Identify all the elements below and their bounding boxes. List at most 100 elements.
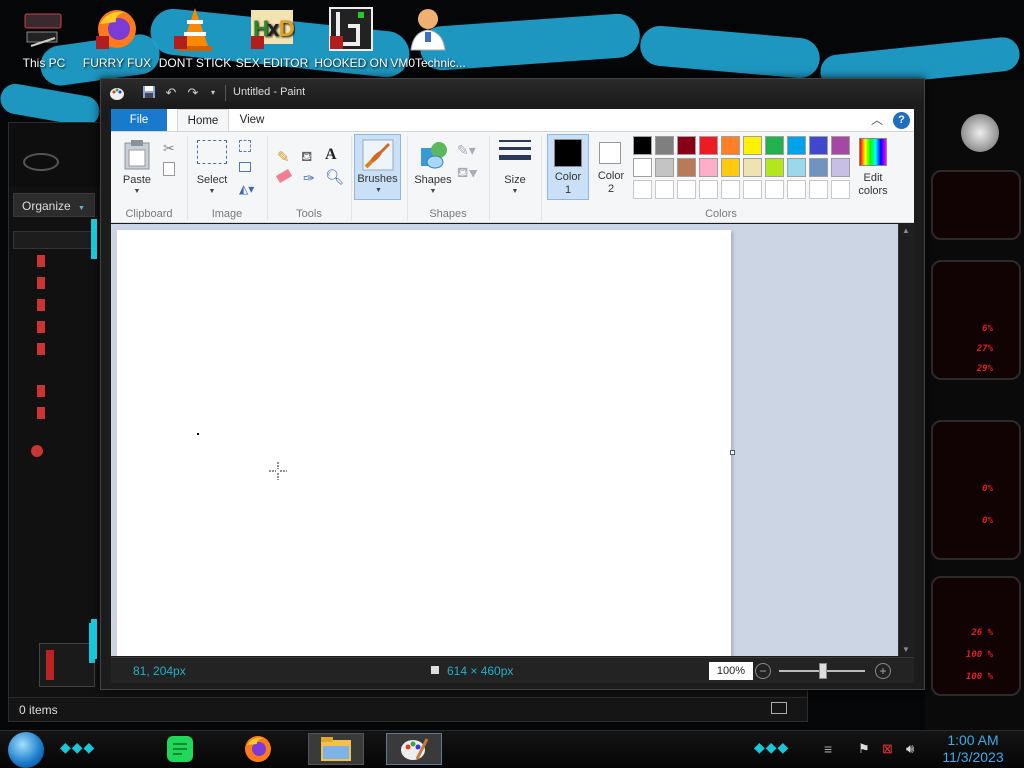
shape-fill-icon[interactable]: ⛾▾ — [457, 164, 478, 183]
tab-file[interactable]: File — [111, 109, 167, 131]
zoom-slider-thumb[interactable] — [819, 663, 827, 679]
network-disconnected-icon[interactable]: ⊠ — [882, 741, 893, 757]
title-bar[interactable]: ↶ ↷ ▾ Untitled - Paint — [101, 79, 924, 107]
palette-swatch[interactable] — [633, 158, 652, 177]
palette-swatch[interactable] — [677, 158, 696, 177]
taskbar-notes-app[interactable] — [152, 733, 208, 765]
save-icon[interactable] — [141, 85, 157, 101]
minimize-ribbon-icon[interactable]: ︿ — [869, 112, 885, 128]
palette-swatch[interactable] — [743, 136, 762, 155]
paste-button[interactable]: Paste ▼ — [117, 136, 157, 198]
palette-swatch[interactable] — [699, 158, 718, 177]
color-picker-icon[interactable]: ✑ — [303, 170, 315, 187]
canvas-size-icon — [431, 666, 439, 674]
redo-icon[interactable]: ↷ — [185, 85, 201, 101]
tab-home[interactable]: Home — [177, 109, 229, 131]
nav-tree-item[interactable] — [37, 321, 97, 335]
palette-swatch[interactable] — [721, 158, 740, 177]
help-icon[interactable]: ? — [893, 112, 910, 129]
start-button[interactable] — [8, 732, 44, 768]
magnifier-icon[interactable]: 🔍︎ — [325, 168, 344, 186]
show-hidden-icons-icon[interactable]: ≡ — [824, 741, 832, 757]
taskbar-paint[interactable] — [386, 733, 442, 765]
palette-swatch[interactable] — [831, 136, 850, 155]
palette-swatch[interactable] — [721, 136, 740, 155]
desktop-icon-dont-stick[interactable]: DONT STICK — [155, 4, 235, 70]
custom-color-slot[interactable] — [831, 180, 850, 199]
paint-app-icon[interactable] — [109, 85, 125, 101]
rotate-icon[interactable]: ◭▾ — [239, 182, 254, 196]
taskbar-file-explorer[interactable] — [308, 733, 364, 765]
scroll-up-icon[interactable]: ▲ — [902, 226, 910, 235]
nav-tree-item[interactable] — [31, 445, 91, 459]
drive-thumbnail[interactable] — [39, 643, 95, 687]
brushes-button[interactable]: Brushes ▼ — [354, 134, 401, 200]
palette-swatch[interactable] — [765, 136, 784, 155]
desktop-icon-this-pc[interactable]: This PC — [4, 4, 84, 70]
palette-swatch[interactable] — [633, 136, 652, 155]
custom-color-slot[interactable] — [633, 180, 652, 199]
pencil-icon[interactable]: ✎ — [277, 148, 290, 166]
view-toggle-icon[interactable] — [771, 702, 787, 714]
custom-color-slot[interactable] — [809, 180, 828, 199]
nav-tree-item[interactable] — [37, 255, 97, 269]
desktop-icon-furry-fux[interactable]: FURRY FUX — [77, 4, 157, 70]
eraser-icon[interactable] — [275, 169, 293, 183]
custom-color-slot[interactable] — [699, 180, 718, 199]
undo-icon[interactable]: ↶ — [163, 85, 179, 101]
size-button[interactable]: Size ▼ — [495, 136, 535, 198]
back-icon[interactable] — [23, 153, 59, 171]
shapes-button[interactable]: Shapes ▼ — [411, 136, 455, 198]
custom-color-slot[interactable] — [655, 180, 674, 199]
palette-swatch[interactable] — [655, 136, 674, 155]
paint-window[interactable]: ↶ ↷ ▾ Untitled - Paint File Home View ︿ … — [91, 78, 925, 690]
action-center-flag-icon[interactable]: ⚑ — [858, 741, 870, 757]
palette-swatch[interactable] — [699, 136, 718, 155]
custom-color-slot[interactable] — [721, 180, 740, 199]
palette-swatch[interactable] — [809, 136, 828, 155]
clock[interactable]: 1:00 AM 11/3/2023 — [930, 732, 1016, 766]
tab-view[interactable]: View — [229, 109, 275, 131]
desktop-icon-sex-editor[interactable]: HxD SEX EDITOR — [232, 4, 312, 70]
color2-button[interactable]: Color 2 — [591, 134, 631, 200]
palette-swatch[interactable] — [655, 158, 674, 177]
fill-icon[interactable]: ⛾ — [301, 148, 312, 167]
zoom-out-icon[interactable]: − — [755, 663, 771, 679]
edit-colors-button[interactable]: Edit colors — [853, 136, 895, 198]
taskbar-firefox[interactable] — [230, 733, 286, 765]
crop-icon[interactable] — [239, 140, 251, 152]
select-button[interactable]: Select ▼ — [195, 136, 229, 198]
organize-button[interactable]: Organize ▼ — [13, 193, 95, 217]
color1-button[interactable]: Color 1 — [547, 134, 589, 200]
nav-tree-item[interactable] — [37, 277, 97, 291]
vertical-scrollbar[interactable]: ▲ ▼ — [898, 224, 914, 656]
resize-icon[interactable] — [239, 162, 251, 172]
nav-tree-item[interactable] — [37, 407, 97, 421]
drawing-canvas[interactable] — [117, 230, 731, 656]
palette-swatch[interactable] — [787, 136, 806, 155]
text-tool-icon[interactable]: A — [325, 146, 337, 164]
custom-color-slot[interactable] — [743, 180, 762, 199]
custom-color-slot[interactable] — [787, 180, 806, 199]
desktop-icon-hooked-on[interactable]: HOOKED ON — [311, 4, 391, 70]
nav-tree-item[interactable] — [37, 299, 97, 313]
palette-swatch[interactable] — [677, 136, 696, 155]
palette-swatch[interactable] — [743, 158, 762, 177]
scroll-down-icon[interactable]: ▼ — [902, 645, 910, 654]
copy-icon[interactable] — [163, 162, 175, 176]
cut-icon[interactable]: ✂ — [163, 140, 175, 157]
custom-color-slot[interactable] — [677, 180, 696, 199]
palette-swatch[interactable] — [787, 158, 806, 177]
zoom-in-icon[interactable]: + — [875, 663, 891, 679]
palette-swatch[interactable] — [831, 158, 850, 177]
volume-icon[interactable]: 🔊︎ — [906, 741, 914, 757]
desktop-icon-vm0technic[interactable]: VM0Technic... — [388, 4, 468, 70]
outline-icon[interactable]: ✎▾ — [457, 142, 476, 159]
customize-toolbar-icon[interactable]: ▾ — [205, 85, 221, 101]
nav-tree-item[interactable] — [37, 385, 97, 399]
palette-swatch[interactable] — [765, 158, 784, 177]
resize-handle[interactable] — [730, 450, 735, 455]
palette-swatch[interactable] — [809, 158, 828, 177]
custom-color-slot[interactable] — [765, 180, 784, 199]
nav-tree-item[interactable] — [37, 343, 97, 357]
